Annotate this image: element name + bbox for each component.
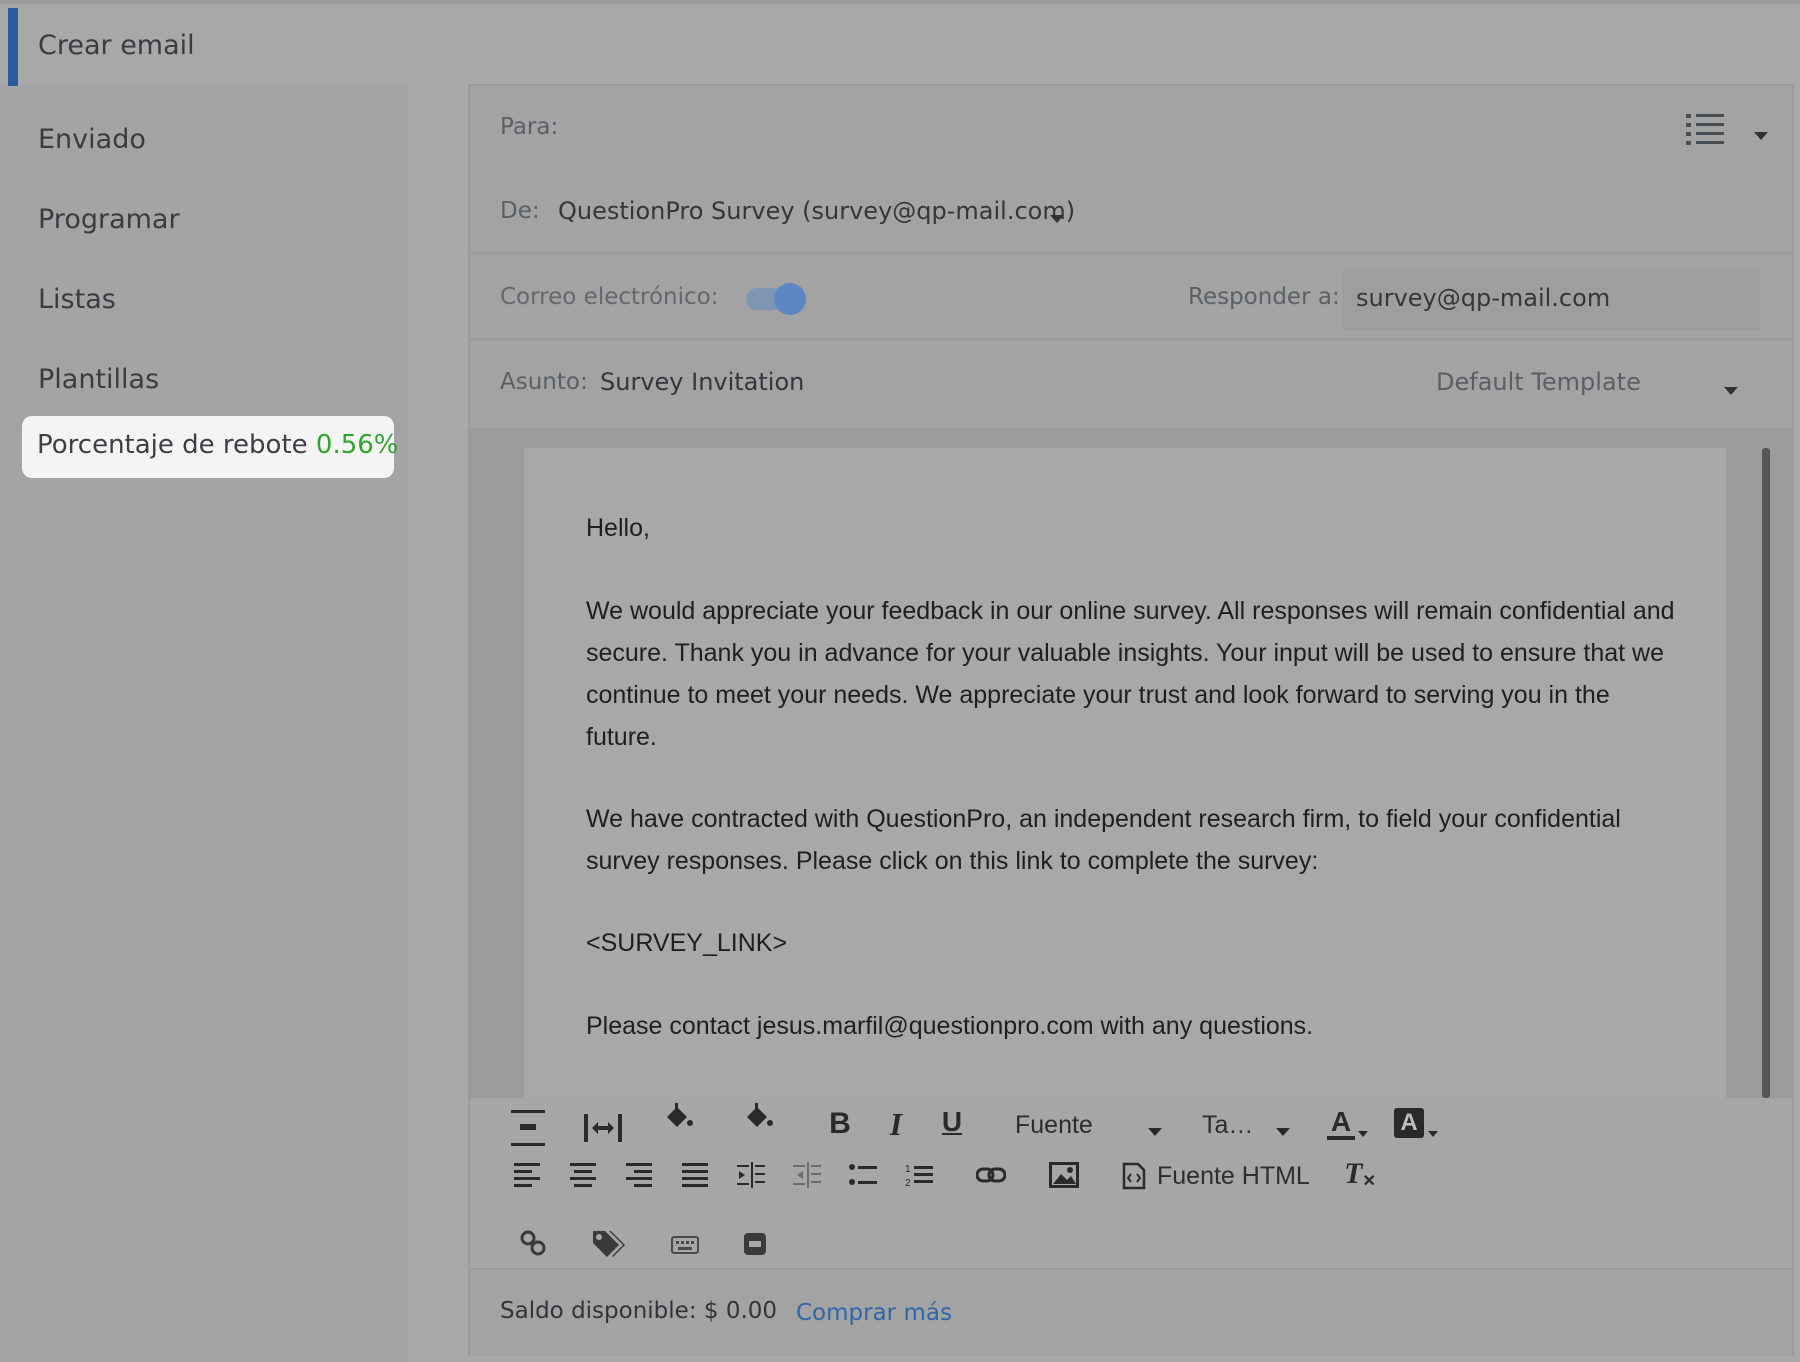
body-greeting: Hello, [586, 514, 650, 542]
available-balance: Saldo disponible: $ 0.00 [500, 1298, 778, 1324]
body-paragraph-2: We have contracted with QuestionPro, an … [586, 805, 1621, 875]
font-family-chevron-icon[interactable] [1148, 1121, 1162, 1140]
highlight-color-icon[interactable]: A [1394, 1108, 1424, 1138]
editor-scrollbar[interactable] [1762, 448, 1770, 1098]
link-icon[interactable] [974, 1162, 1008, 1188]
bulleted-list-icon[interactable] [848, 1160, 878, 1190]
body-paragraph-1: We would appreciate your feedback in our… [586, 597, 1675, 751]
from-label: De: [500, 198, 540, 224]
svg-text:1: 1 [905, 1164, 911, 1175]
vertical-align-icon[interactable] [510, 1108, 546, 1148]
recipient-list-icon[interactable] [1686, 112, 1724, 150]
sidebar-item-lists[interactable]: Listas [38, 284, 116, 315]
widget-icon[interactable] [740, 1230, 770, 1258]
survey-link-placeholder: <SURVEY_LINK> [586, 929, 788, 957]
subject-input[interactable]: Survey Invitation [600, 368, 804, 396]
clear-formatting-icon[interactable]: T ✕ [1342, 1156, 1378, 1192]
html-source-icon[interactable] [1120, 1160, 1148, 1192]
template-value: Default Template [1436, 368, 1641, 396]
full-width-icon[interactable] [584, 1110, 622, 1146]
align-left-icon[interactable] [512, 1160, 542, 1190]
font-family-select[interactable]: Fuente [1015, 1111, 1093, 1140]
divider [468, 338, 1794, 341]
reply-to-value: survey@qp-mail.com [1356, 284, 1611, 312]
numbered-list-icon[interactable]: 12 [904, 1160, 934, 1190]
align-right-icon[interactable] [624, 1160, 654, 1190]
email-toggle-label: Correo electrónico: [500, 284, 719, 310]
toggle-knob [774, 283, 806, 315]
align-justify-icon[interactable] [680, 1160, 710, 1190]
bounce-rate-label: Porcentaje de rebote [37, 430, 308, 460]
font-size-chevron-icon[interactable] [1276, 1121, 1290, 1140]
buy-more-link[interactable]: Comprar más [796, 1300, 952, 1326]
sidebar-item-templates[interactable]: Plantillas [38, 364, 159, 395]
bounce-rate-value: 0.56% [315, 430, 399, 460]
font-size-select[interactable]: Ta… [1202, 1111, 1253, 1140]
unlink-icon[interactable] [516, 1226, 550, 1260]
italic-icon[interactable]: I [878, 1106, 914, 1142]
top-bar: Crear email [0, 0, 1800, 90]
body-contact: Please contact jesus.marfil@questionpro.… [586, 1012, 1314, 1040]
divider [468, 252, 1794, 255]
sidebar-item-schedule[interactable]: Programar [38, 204, 180, 235]
reply-to-input[interactable]: survey@qp-mail.com [1342, 268, 1760, 330]
nav-create-email[interactable]: Crear email [38, 30, 195, 61]
svg-text:2: 2 [905, 1178, 911, 1188]
from-chevron-down-icon[interactable] [1050, 208, 1064, 227]
bold-icon[interactable]: B [822, 1106, 858, 1142]
indent-icon[interactable] [736, 1160, 766, 1190]
footer-bar: Saldo disponible: $ 0.00 Comprar más [470, 1268, 1792, 1356]
active-indicator [8, 8, 18, 90]
tags-icon[interactable] [590, 1226, 626, 1260]
image-icon[interactable] [1048, 1160, 1080, 1190]
background-color-icon[interactable] [660, 1100, 694, 1136]
reply-to-label: Responder a: [1188, 284, 1340, 310]
to-label: Para: [500, 114, 559, 140]
keyboard-icon[interactable] [668, 1232, 702, 1258]
from-select[interactable]: QuestionPro Survey (survey@qp-mail.com) [558, 197, 1075, 225]
align-center-icon[interactable] [568, 1160, 598, 1190]
template-select[interactable]: Default Template [1436, 368, 1641, 396]
from-value: QuestionPro Survey (survey@qp-mail.com) [558, 197, 1076, 225]
email-toggle[interactable] [746, 283, 806, 315]
recipient-dropdown-chevron-icon[interactable] [1754, 125, 1768, 144]
text-color-icon[interactable]: A [1326, 1104, 1356, 1144]
text-color-chevron-icon[interactable] [1358, 1122, 1368, 1141]
subject-label: Asunto: [500, 369, 588, 395]
outdent-icon[interactable] [792, 1160, 822, 1190]
sidebar: Enviado Programar Listas Plantillas [0, 86, 408, 1362]
sidebar-item-sent[interactable]: Enviado [38, 124, 146, 155]
bounce-rate-card: Porcentaje de rebote 0.56% [22, 416, 399, 478]
highlight-color-chevron-icon[interactable] [1428, 1122, 1438, 1141]
fill-color-icon[interactable] [740, 1100, 774, 1136]
underline-icon[interactable]: U [934, 1104, 970, 1140]
template-chevron-down-icon[interactable] [1724, 380, 1738, 399]
html-source-button[interactable]: Fuente HTML [1157, 1162, 1310, 1191]
